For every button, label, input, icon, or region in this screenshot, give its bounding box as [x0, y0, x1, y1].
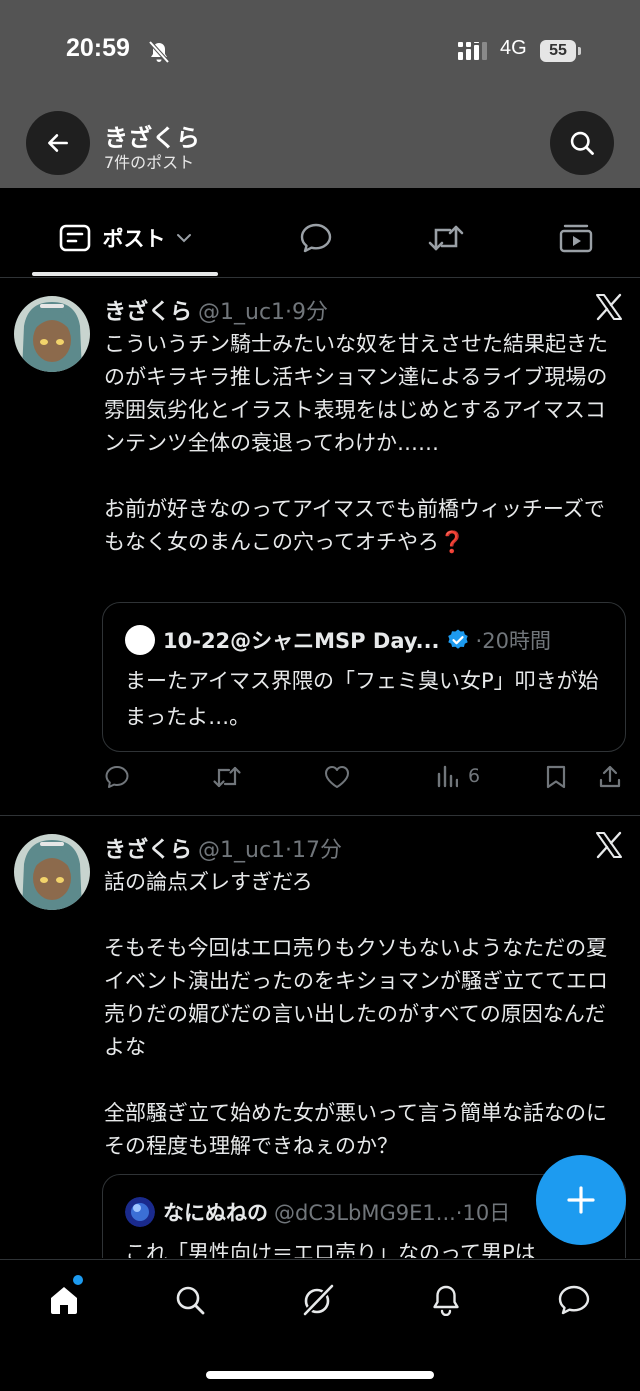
quote-header: 10-22@シャニMSP Day... ·20時間	[125, 625, 551, 655]
search-button[interactable]	[550, 111, 614, 175]
repost-icon	[213, 766, 241, 788]
battery-indicator: 55	[540, 40, 576, 62]
quote-author-name: 10-22@シャニMSP Day...	[163, 629, 440, 653]
nav-home[interactable]	[34, 1278, 94, 1322]
quote-handle-time: @dC3LbMG9E1...·10日	[274, 1201, 511, 1225]
quote-avatar	[125, 1197, 155, 1227]
reply-button[interactable]	[104, 764, 130, 790]
chevron-down-icon	[176, 234, 191, 243]
x-logo-icon[interactable]	[594, 292, 624, 322]
tab-replies[interactable]	[280, 198, 352, 278]
like-button[interactable]	[323, 764, 351, 790]
tab-reposts[interactable]	[410, 198, 482, 278]
post-handle-time: @1_uc1·9分	[198, 300, 329, 325]
nav-search[interactable]	[160, 1278, 220, 1322]
bottom-navigation	[0, 1259, 640, 1391]
post-author-name[interactable]: きざくら	[104, 300, 192, 325]
arrow-left-icon	[48, 134, 68, 152]
bell-off-icon	[148, 40, 170, 64]
quote-text: まーたアイマス界隈の「フェミ臭い女P」叩きが始まったよ…。	[125, 669, 599, 729]
media-icon	[559, 224, 593, 253]
home-indicator	[206, 1371, 434, 1379]
profile-header: 20:59 4G 55 きざくら 7件のポスト	[0, 0, 640, 188]
post-count: 7件のポスト	[104, 153, 195, 172]
views-button[interactable]: 6	[436, 764, 480, 788]
tab-media[interactable]	[540, 198, 612, 278]
bell-icon	[433, 1285, 459, 1316]
post[interactable]: きざくら @1_uc1·9分 こういうチン騎士みたいな奴を甘えさせた結果起きたのが…	[0, 280, 640, 816]
search-icon	[176, 1286, 205, 1315]
active-tab-indicator	[32, 272, 218, 276]
share-button[interactable]	[598, 764, 622, 790]
network-type: 4G	[500, 37, 527, 59]
plus-icon	[567, 1186, 595, 1214]
x-logo-icon[interactable]	[594, 830, 624, 860]
quote-post[interactable]: 10-22@シャニMSP Day... ·20時間 まーたアイマス界隈の「フェミ…	[102, 602, 626, 752]
quote-header: なにぬねの @dC3LbMG9E1...·10日	[125, 1197, 510, 1227]
bookmark-button[interactable]	[545, 764, 567, 790]
status-time: 20:59	[66, 34, 130, 62]
grok-icon	[302, 1283, 335, 1317]
views-chart-icon	[437, 765, 458, 788]
heart-icon	[325, 766, 349, 788]
tab-posts[interactable]: ポスト	[32, 198, 218, 278]
post-handle-time: @1_uc1·17分	[198, 838, 343, 863]
avatar-image	[14, 296, 90, 372]
battery-tip	[578, 47, 581, 55]
quote-avatar	[125, 625, 155, 655]
notification-dot	[73, 1275, 83, 1285]
status-bar: 20:59 4G 55	[0, 30, 640, 74]
message-bubble-icon	[558, 1285, 590, 1315]
nav-messages[interactable]	[544, 1278, 604, 1322]
posts-icon	[59, 224, 90, 252]
avatar-image	[14, 834, 90, 910]
compose-post-button[interactable]	[536, 1155, 626, 1245]
verified-badge-icon	[447, 629, 468, 649]
repost-icon	[428, 225, 464, 251]
post-paragraph: そもそも今回はエロ売りもクソもないようなただの夏イベント演出だったのをキショマン…	[104, 936, 608, 1059]
views-count: 6	[468, 765, 481, 787]
post-author-name[interactable]: きざくら	[104, 838, 192, 863]
nav-notifications[interactable]	[416, 1278, 476, 1322]
post-actions: 6	[0, 764, 640, 798]
post-paragraph: お前が好きなのってアイマスでも前橋ウィッチーズでもなく女のまんこの穴ってオチやろ…	[104, 497, 605, 554]
quote-time: ·20時間	[475, 629, 551, 653]
quote-text: これ「男性向け＝エロ売り」なのって男Pは	[125, 1241, 536, 1258]
post-paragraph: 全部騒ぎ立て始めた女が悪いって言う簡単な話なのにその程度も理解できねぇのか？	[104, 1101, 607, 1158]
bookmark-icon	[546, 765, 566, 789]
tab-posts-label: ポスト	[102, 227, 166, 251]
profile-tabs: ポスト	[0, 198, 640, 278]
post-paragraph: 話の論点ズレすぎだろ	[104, 870, 313, 894]
avatar[interactable]	[14, 296, 90, 372]
post-header: きざくら @1_uc1·17分	[104, 832, 342, 864]
repost-button[interactable]	[212, 764, 242, 790]
search-icon	[570, 131, 594, 155]
post-paragraph: こういうチン騎士みたいな奴を甘えさせた結果起きたのがキラキラ推し活キショマン達に…	[104, 332, 608, 455]
post-header: きざくら @1_uc1·9分	[104, 294, 328, 326]
quote-author-name: なにぬねの	[163, 1201, 268, 1225]
reply-icon	[105, 766, 129, 788]
post-text: こういうチン騎士みたいな奴を甘えさせた結果起きたのがキラキラ推し活キショマン達に…	[104, 328, 610, 559]
avatar[interactable]	[14, 834, 90, 910]
profile-name: きざくら	[104, 124, 200, 152]
signal-icon	[458, 42, 487, 60]
share-icon	[599, 765, 621, 788]
reply-bubble-icon	[300, 223, 332, 253]
home-icon	[51, 1287, 77, 1314]
back-button[interactable]	[26, 111, 90, 175]
nav-grok[interactable]	[288, 1278, 348, 1322]
post-text: 話の論点ズレすぎだろ そもそも今回はエロ売りもクソもないようなただの夏イベント演…	[104, 866, 610, 1163]
